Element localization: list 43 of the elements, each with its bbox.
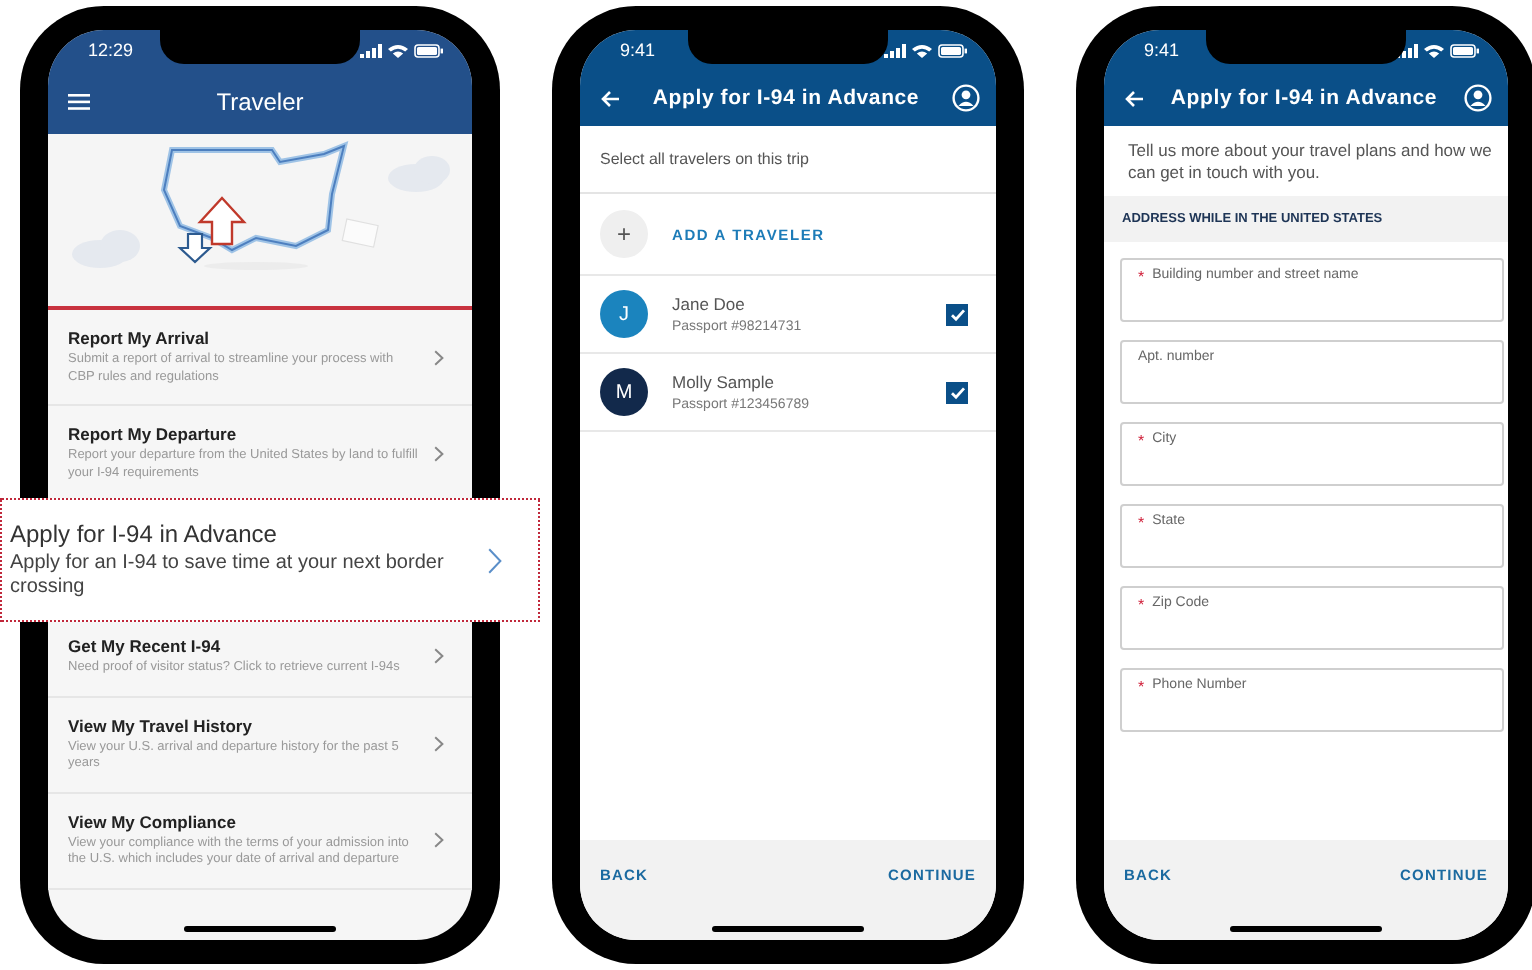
- screen-title: Apply for I-94 in Advance: [1170, 86, 1438, 110]
- instruction-text: Select all travelers on this trip: [580, 126, 996, 194]
- wifi-icon: [1424, 43, 1444, 57]
- back-arrow-icon[interactable]: [600, 89, 620, 107]
- screen-title: Apply for I-94 in Advance: [652, 86, 920, 110]
- profile-icon[interactable]: [1463, 84, 1492, 112]
- checkbox[interactable]: [946, 303, 968, 325]
- chevron-icon: [434, 832, 444, 848]
- item-title: Report My Departure: [68, 424, 239, 444]
- avatar: M: [600, 368, 648, 416]
- traveler-name: Molly Sample: [672, 372, 777, 392]
- instruction-text: Tell us more about your travel plans and how we can get in touch with you.: [1126, 138, 1494, 186]
- chevron-icon: [434, 349, 444, 365]
- item-title: Apply for I-94 in Advance: [10, 520, 279, 548]
- wifi-icon: [912, 43, 932, 57]
- signal-icon: [884, 43, 906, 57]
- traveler-name: Jane Doe: [672, 294, 747, 314]
- screen-title: Traveler: [216, 88, 304, 116]
- battery-icon: [414, 43, 444, 57]
- status-time: 9:41: [620, 40, 656, 60]
- wifi-icon: [388, 43, 408, 57]
- item-title: View My Travel History: [68, 715, 254, 735]
- item-title: View My Compliance: [68, 811, 238, 831]
- highlighted-menu-item[interactable]: Apply for I-94 in Advance Apply for an I-94 to save time at your next border crossing: [0, 498, 540, 622]
- item-description: Apply for an I-94 to save time at your next border crossing: [10, 552, 446, 600]
- chevron-icon: [434, 648, 444, 665]
- signal-icon: [360, 43, 382, 57]
- menu-icon[interactable]: [68, 94, 90, 110]
- add-button[interactable]: +: [600, 210, 648, 258]
- status-time: 12:29: [88, 40, 134, 60]
- chevron-icon: [434, 736, 444, 752]
- chevron-icon: [488, 547, 502, 573]
- signal-icon: [1396, 43, 1418, 57]
- item-title: Get My Recent I-94: [68, 636, 223, 656]
- item-title: Report My Arrival: [68, 328, 212, 348]
- status-time: 9:41: [1144, 40, 1180, 60]
- checkbox[interactable]: [946, 381, 968, 403]
- battery-icon: [1450, 43, 1480, 57]
- chevron-icon: [434, 445, 444, 461]
- back-arrow-icon[interactable]: [1124, 89, 1144, 107]
- avatar: J: [600, 290, 648, 338]
- battery-icon: [938, 43, 968, 57]
- profile-icon[interactable]: [951, 84, 980, 112]
